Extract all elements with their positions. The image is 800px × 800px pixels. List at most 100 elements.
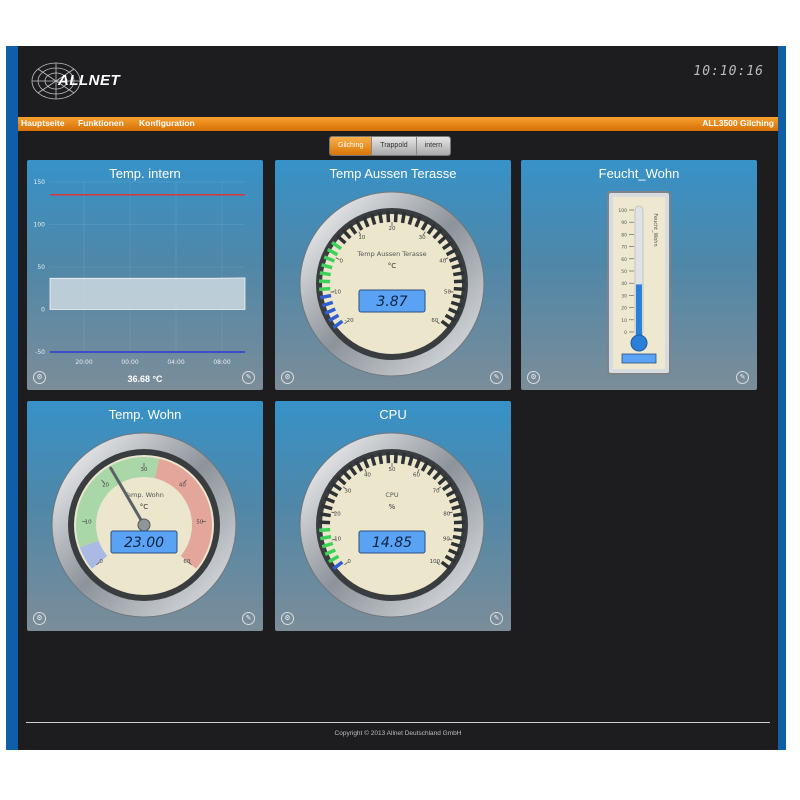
allnet-logo[interactable]: ALLNET: [28, 56, 148, 106]
gauge-dial: [322, 214, 462, 354]
gauge-led-segment: [377, 211, 384, 224]
gauge-led-segment: [319, 293, 332, 300]
gauge-tick: [330, 291, 335, 293]
temperature-area: [49, 277, 246, 310]
wrench-icon[interactable]: ✎: [242, 612, 255, 625]
gauge-tick-label: 30: [141, 467, 148, 473]
gauge-tick-label: 60: [431, 318, 438, 324]
thermometer-tick-label: 20: [621, 306, 627, 312]
nav-item-funktionen[interactable]: Funktionen: [78, 118, 124, 128]
panel-cpu: CPU 0 10 20 30 40 50 60 70 80 90 100 CPU% 14.85 ⚙ ✎: [275, 401, 511, 631]
gauge-tick-label: 50: [444, 289, 451, 295]
temp-wohn-gauge: 0102030405060Temp. Wohn°C23.00: [51, 432, 237, 618]
gauge-tick-label: 20: [389, 226, 396, 232]
current-value-label: 36.68 °C: [127, 374, 163, 384]
gauge-tick-label: -10: [332, 289, 341, 295]
gauge-tick-label: 10: [358, 235, 365, 241]
thermometer-tick-label: 70: [621, 245, 627, 251]
gauge-tick-label: 40: [179, 482, 186, 488]
temp-aussen-gauge: -20-100102030405060Temp Aussen Terasse°C…: [299, 191, 485, 377]
tab-intern[interactable]: intern: [416, 137, 451, 155]
gauge-needle-hub: [137, 518, 151, 532]
gauge-led-segment: [453, 527, 465, 533]
gauge-tick-label: 30: [344, 489, 351, 495]
gauge-led-segment: [452, 534, 465, 541]
footer-divider: [26, 722, 770, 723]
thermometer-tick-label: 100: [618, 208, 627, 214]
location-tabs: Gilching Trappold intern: [329, 136, 452, 156]
wrench-icon[interactable]: ✎: [490, 371, 503, 384]
y-tick-label: -50: [35, 349, 45, 356]
lcd-value: 3.87: [376, 294, 407, 310]
x-tick-label: 00:00: [121, 359, 138, 366]
clock-display: 10:10:16: [693, 64, 764, 79]
thermometer-tick-label: 80: [621, 232, 627, 238]
gauge-tick-label: 0: [339, 258, 343, 264]
thermometer-tick-label: 60: [621, 257, 627, 263]
gauge-led-segment: [319, 512, 331, 518]
y-tick-label: 150: [34, 179, 46, 186]
app-container: ALLNET 10:10:16 Hauptseite Funktionen Ko…: [18, 46, 778, 750]
thermometer-tick-label: 30: [621, 293, 627, 299]
thermometer-tick-label: 90: [621, 220, 627, 226]
settings-icon[interactable]: ⚙: [527, 371, 540, 384]
gauge-tick-label: 20: [102, 482, 109, 488]
gauge-led-segment: [377, 452, 384, 465]
tab-trappold[interactable]: Trappold: [372, 137, 417, 155]
thermometer-tick-label: 50: [621, 269, 627, 275]
gauge-led-segment: [319, 271, 331, 277]
y-tick-label: 0: [41, 307, 45, 314]
thermometer-tick-label: 10: [621, 318, 627, 324]
settings-icon[interactable]: ⚙: [281, 612, 294, 625]
gauge-tick-label: 30: [419, 235, 426, 241]
tab-gilching[interactable]: Gilching: [330, 137, 373, 155]
y-tick-label: 50: [37, 264, 45, 271]
nav-item-hauptseite[interactable]: Hauptseite: [21, 118, 64, 128]
gauge-led-segment: [393, 211, 398, 223]
gauge-tick-label: 60: [413, 473, 420, 479]
x-tick-label: 20:00: [75, 359, 92, 366]
wrench-icon[interactable]: ✎: [490, 612, 503, 625]
gauge-tick-label: 0: [347, 559, 351, 565]
gauge-tick-label: 80: [443, 511, 450, 517]
gauge-led-segment: [319, 527, 331, 533]
gauge-led-segment: [400, 211, 407, 224]
gauge-label: CPU: [385, 491, 398, 499]
settings-icon[interactable]: ⚙: [33, 371, 46, 384]
gauge-tick-label: -20: [345, 318, 354, 324]
main-nav-bar: Hauptseite Funktionen Konfiguration ALL3…: [18, 117, 778, 131]
lcd-value: 14.85: [372, 535, 412, 551]
gauge-led-segment: [386, 211, 391, 223]
wrench-icon[interactable]: ✎: [736, 371, 749, 384]
gauge-led-segment: [453, 286, 465, 292]
gauge-tick-label: 50: [389, 467, 396, 473]
thermometer-lcd: [621, 353, 657, 364]
y-tick-label: 100: [34, 222, 46, 229]
site-name: ALL3500 Gilching: [702, 118, 774, 128]
browser-frame: ALLNET 10:10:16 Hauptseite Funktionen Ko…: [6, 46, 786, 750]
gauge-tick-label: 70: [433, 489, 440, 495]
gauge-label: Temp Aussen Terasse: [356, 250, 426, 258]
logo-text: ALLNET: [58, 72, 121, 89]
panel-feucht-wohn: Feucht_Wohn 100 90 80 70 60 50 40 30 20 10 0 Feucht…: [521, 160, 757, 390]
panel-temp-wohn: Temp. Wohn 0 10 20 30 40 50 60 Temp. Wohn °C 23.0…: [27, 401, 263, 631]
wrench-icon[interactable]: ✎: [242, 371, 255, 384]
gauge-tick-label: 10: [85, 520, 92, 526]
gauge-led-segment: [453, 271, 465, 277]
nav-item-konfiguration[interactable]: Konfiguration: [139, 118, 195, 128]
gauge-tick-label: 40: [364, 473, 371, 479]
x-tick-label: 08:00: [213, 359, 230, 366]
lcd-value: 23.00: [124, 535, 164, 551]
temp-intern-chart: 150 100 50 0 -50 20:00 00:00 04:00 08:00: [34, 179, 246, 366]
humidity-thermometer: 1009080706050403020100Feucht_Wohn: [607, 191, 671, 375]
gauge-tick-label: 60: [183, 559, 190, 565]
gauge-unit: %: [389, 503, 396, 511]
thermometer-mercury: [636, 284, 642, 338]
thermometer-tick-label: 40: [621, 281, 627, 287]
gauge-tick: [449, 291, 454, 293]
settings-icon[interactable]: ⚙: [281, 371, 294, 384]
gauge-led-segment: [319, 534, 332, 541]
cpu-gauge: 0102030405060708090100CPU%14.85: [299, 432, 485, 618]
x-tick-label: 04:00: [167, 359, 184, 366]
settings-icon[interactable]: ⚙: [33, 612, 46, 625]
